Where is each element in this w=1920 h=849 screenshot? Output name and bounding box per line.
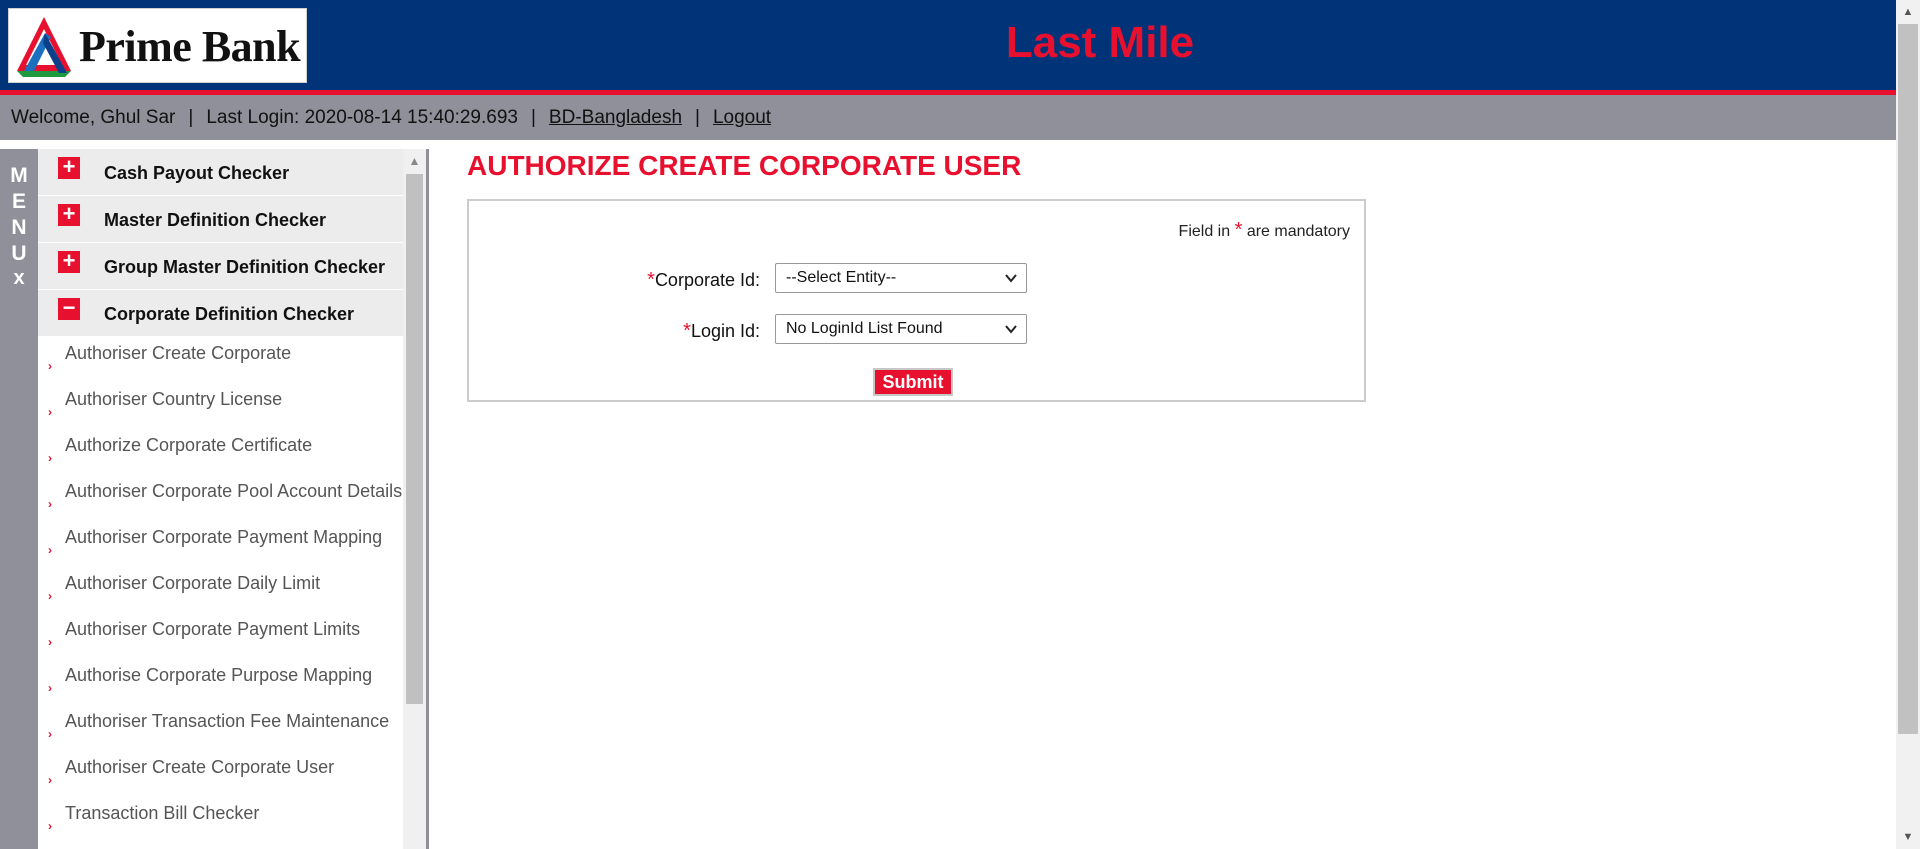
corporate-id-label: *Corporate Id:	[647, 269, 760, 292]
sidebar-category-label: Corporate Definition Checker	[104, 304, 355, 324]
mandatory-note: Field in * are mandatory	[1179, 219, 1350, 242]
sidebar-item-authoriser-corporate-daily-limit[interactable]: › Authoriser Corporate Daily Limit	[38, 567, 403, 613]
chevron-down-icon	[1005, 274, 1017, 283]
menu-label: M E N U x	[0, 163, 38, 289]
page-scrollbar-thumb[interactable]	[1898, 24, 1918, 734]
scroll-up-arrow-icon[interactable]: ▲	[403, 149, 426, 173]
sidebar-item-label: Authoriser Country License	[65, 389, 283, 409]
user-info-bar: Welcome, Ghul Sar | Last Login: 2020-08-…	[0, 95, 1896, 140]
sidebar-item-authoriser-corporate-payment-limits[interactable]: › Authoriser Corporate Payment Limits	[38, 613, 403, 659]
sidebar-category-label: Group Master Definition Checker	[104, 257, 386, 277]
corporate-id-label-text: Corporate Id:	[654, 270, 760, 290]
bullet-arrow-icon: ›	[48, 773, 52, 787]
bullet-arrow-icon: ›	[48, 359, 52, 373]
sidebar-item-transaction-bill-checker[interactable]: › Transaction Bill Checker	[38, 797, 403, 843]
scroll-down-arrow-icon[interactable]: ▼	[1896, 825, 1920, 849]
sidebar-item-label: Authoriser Corporate Pool Account Detail…	[65, 481, 403, 501]
login-id-select[interactable]: No LoginId List Found	[775, 314, 1027, 344]
bullet-arrow-icon: ›	[48, 635, 52, 649]
mandatory-suffix: are mandatory	[1246, 223, 1350, 240]
menu-close-icon[interactable]: x	[0, 267, 38, 289]
separator: |	[188, 106, 194, 128]
corporate-definition-submenu: › Authoriser Create Corporate › Authoris…	[38, 337, 403, 843]
sidebar-item-label: Authoriser Corporate Payment Limits	[65, 619, 361, 639]
sidebar-item-label: Authorize Corporate Certificate	[65, 435, 313, 455]
required-star: *	[1234, 219, 1243, 241]
menu-toggle-strip[interactable]: M E N U x	[0, 149, 38, 849]
mandatory-prefix: Field in	[1178, 223, 1231, 240]
sidebar-item-label: Transaction Bill Checker	[65, 803, 260, 823]
required-star: *	[683, 320, 691, 342]
app-header: Prime Bank Last Mile	[0, 0, 1896, 90]
login-id-value: No LoginId List Found	[786, 320, 943, 337]
sidebar-item-authorise-corporate-purpose-mapping[interactable]: › Authorise Corporate Purpose Mapping	[38, 659, 403, 705]
sidebar-item-label: Authoriser Transaction Fee Maintenance	[65, 711, 390, 731]
login-id-label: *Login Id:	[683, 320, 760, 343]
expand-plus-icon[interactable]: +	[58, 203, 80, 226]
bullet-arrow-icon: ›	[48, 727, 52, 741]
sidebar-item-authoriser-country-license[interactable]: › Authoriser Country License	[38, 383, 403, 429]
bullet-arrow-icon: ›	[48, 819, 52, 833]
sidebar-category-corporate-definition-checker[interactable]: − Corporate Definition Checker	[38, 290, 403, 337]
submit-button[interactable]: Submit	[873, 368, 953, 396]
country-link[interactable]: BD-Bangladesh	[549, 107, 682, 128]
bullet-arrow-icon: ›	[48, 589, 52, 603]
corporate-id-value: --Select Entity--	[786, 269, 897, 286]
welcome-text: Welcome, Ghul Sar	[11, 106, 176, 128]
last-login-text: Last Login: 2020-08-14 15:40:29.693	[206, 106, 518, 128]
sidebar-category-group-master-definition-checker[interactable]: + Group Master Definition Checker	[38, 243, 403, 290]
scroll-up-arrow-icon[interactable]: ▲	[1896, 0, 1920, 24]
bullet-arrow-icon: ›	[48, 681, 52, 695]
bullet-arrow-icon: ›	[48, 543, 52, 557]
sidebar-scrollbar-thumb[interactable]	[406, 174, 423, 704]
sidebar-item-authoriser-create-corporate[interactable]: › Authoriser Create Corporate	[38, 337, 403, 383]
sidebar-item-authoriser-corporate-pool-account-details[interactable]: › Authoriser Corporate Pool Account Deta…	[38, 475, 403, 521]
bullet-arrow-icon: ›	[48, 497, 52, 511]
sidebar-item-authoriser-create-corporate-user[interactable]: › Authoriser Create Corporate User	[38, 751, 403, 797]
sidebar-item-label: Authorise Corporate Purpose Mapping	[65, 665, 373, 685]
authorize-user-form: Field in * are mandatory *Corporate Id: …	[467, 199, 1366, 402]
menu-letter: U	[11, 242, 27, 265]
sidebar-item-label: Authoriser Corporate Payment Mapping	[65, 527, 383, 547]
separator: |	[695, 106, 700, 128]
corporate-id-select[interactable]: --Select Entity--	[775, 263, 1027, 293]
collapse-minus-icon[interactable]: −	[58, 297, 80, 320]
menu-letter: M	[10, 164, 28, 187]
menu-letter: N	[11, 216, 27, 239]
login-id-row: *Login Id: No LoginId List Found	[469, 314, 1364, 346]
corporate-id-row: *Corporate Id: --Select Entity--	[469, 263, 1364, 295]
sidebar-item-label: Authoriser Create Corporate	[65, 343, 292, 363]
page-title: AUTHORIZE CREATE CORPORATE USER	[467, 150, 1022, 181]
sidebar-category-label: Cash Payout Checker	[104, 163, 290, 183]
expand-plus-icon[interactable]: +	[58, 250, 80, 273]
required-star: *	[647, 269, 655, 291]
expand-plus-icon[interactable]: +	[58, 156, 80, 179]
bullet-arrow-icon: ›	[48, 451, 52, 465]
logout-link[interactable]: Logout	[713, 107, 771, 128]
separator: |	[530, 106, 536, 128]
app-title: Last Mile	[1005, 18, 1195, 67]
chevron-down-icon	[1005, 325, 1017, 334]
sidebar-divider	[426, 149, 429, 849]
login-id-label-text: Login Id:	[690, 321, 760, 341]
sidebar-item-label: Authoriser Create Corporate User	[65, 757, 335, 777]
sidebar-item-label: Authoriser Corporate Daily Limit	[65, 573, 321, 593]
sidebar-category-label: Master Definition Checker	[104, 210, 327, 230]
sidebar-menu: + Cash Payout Checker + Master Definitio…	[38, 149, 403, 849]
sidebar-item-authoriser-transaction-fee-maintenance[interactable]: › Authoriser Transaction Fee Maintenance	[38, 705, 403, 751]
bullet-arrow-icon: ›	[48, 405, 52, 419]
sidebar-category-cash-payout-checker[interactable]: + Cash Payout Checker	[38, 149, 403, 196]
sidebar-category-master-definition-checker[interactable]: + Master Definition Checker	[38, 196, 403, 243]
menu-letter: E	[11, 190, 26, 213]
sidebar-item-authoriser-corporate-payment-mapping[interactable]: › Authoriser Corporate Payment Mapping	[38, 521, 403, 567]
sidebar-item-authorize-corporate-certificate[interactable]: › Authorize Corporate Certificate	[38, 429, 403, 475]
